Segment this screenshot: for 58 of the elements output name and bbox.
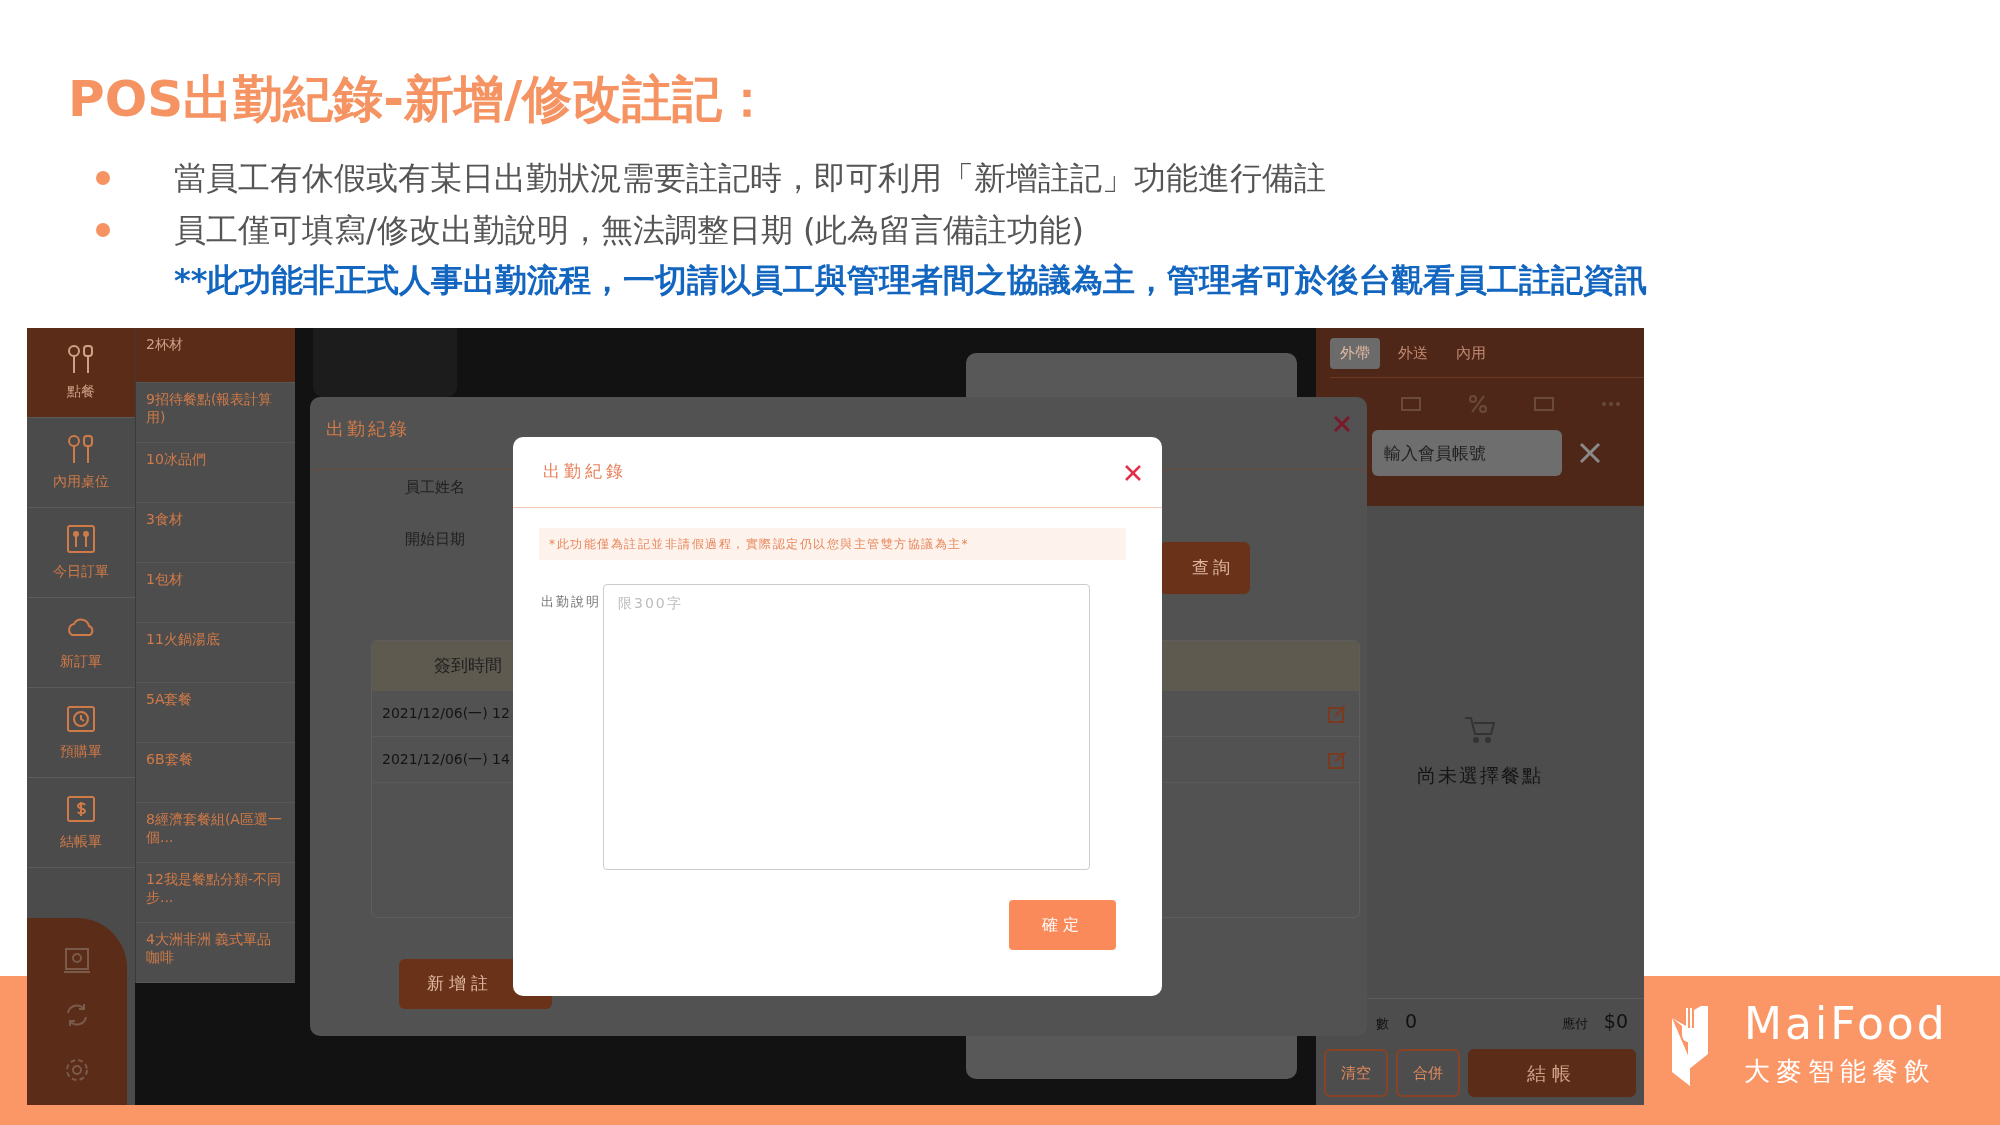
- field-label: 出勤說明: [540, 593, 602, 611]
- close-icon[interactable]: [1578, 440, 1602, 465]
- slide-title: POS出勤紀錄-新增/修改註記：: [68, 69, 773, 130]
- description-field[interactable]: 限300字: [603, 584, 1090, 870]
- edit-icon[interactable]: [1327, 749, 1347, 770]
- sidebar-item[interactable]: 點餐: [27, 328, 135, 418]
- note-text: **此功能非正式人事出勤流程，一切請以員工與管理者間之協議為主，管理者可於後台觀看員工註記資訊: [174, 260, 1648, 301]
- utensils-icon: [66, 433, 96, 465]
- edit-icon[interactable]: [1327, 703, 1347, 724]
- table-cell-text: 2021/12/06(一) 12: [382, 704, 510, 723]
- summary-label: 數: [1376, 1014, 1389, 1033]
- category-item[interactable]: 5A套餐: [136, 683, 295, 743]
- category-item[interactable]: 8經濟套餐組(A區選一個...: [136, 803, 295, 863]
- category-item[interactable]: 11火鍋湯底: [136, 623, 295, 683]
- utensils-icon: [66, 343, 96, 375]
- empty-cart-text: 尚未選擇餐點: [1417, 762, 1543, 788]
- dialog-title: 出勤紀錄: [543, 460, 627, 484]
- category-item[interactable]: 2杯材: [136, 328, 295, 383]
- bullet-text: 員工僅可填寫/修改出勤說明，無法調整日期 (此為留言備註功能): [174, 210, 1084, 251]
- logo-name: MaiFood: [1744, 1002, 1948, 1046]
- query-button[interactable]: 查詢: [1160, 542, 1250, 594]
- table-cell-text: 2021/12/06(一) 14: [382, 750, 510, 769]
- bullet-dot: [96, 223, 110, 237]
- summary-value: 0: [1405, 1008, 1418, 1034]
- action-button[interactable]: 合併: [1396, 1049, 1460, 1097]
- category-item[interactable]: 12我是餐點分類-不同步...: [136, 863, 295, 923]
- sidebar-label: 結帳單: [60, 832, 102, 851]
- summary-value: $0: [1603, 1008, 1628, 1034]
- category-item[interactable]: 4大洲非洲 義式單品咖啡: [136, 923, 295, 983]
- category-item[interactable]: 6B套餐: [136, 743, 295, 803]
- clock-icon: [66, 703, 96, 735]
- category-item[interactable]: 9招待餐點(報表計算用): [136, 383, 295, 443]
- category-item[interactable]: 3食材: [136, 503, 295, 563]
- menu-board-icon: [66, 523, 96, 555]
- bullet-dot: [96, 171, 110, 185]
- order-type-tab[interactable]: 內用: [1446, 338, 1496, 369]
- category-item[interactable]: 10冰品們: [136, 443, 295, 503]
- bullet-text: 當員工有休假或有某日出勤狀況需要註記時，即可利用「新增註記」功能進行備註: [174, 158, 1326, 199]
- sidebar-label: 預購單: [60, 742, 102, 761]
- sidebar-label: 新訂單: [60, 652, 102, 671]
- order-type-tab[interactable]: 外送: [1388, 338, 1438, 369]
- checkout-button[interactable]: 結帳: [1468, 1049, 1636, 1097]
- category-item[interactable]: 1包材: [136, 563, 295, 623]
- cart-icon: [1463, 714, 1497, 745]
- sidebar-label: 今日訂單: [53, 562, 109, 581]
- sidebar-label: 內用桌位: [53, 472, 109, 491]
- member-field[interactable]: 輸入會員帳號: [1372, 429, 1562, 476]
- percent-icon[interactable]: [1466, 393, 1489, 414]
- order-type-tab[interactable]: 外帶: [1330, 338, 1380, 369]
- notice-text: *此功能僅為註記並非請假過程，實際認定仍以您與主管雙方協議為主*: [539, 528, 1126, 560]
- logo-tagline: 大麥智能餐飲: [1744, 1055, 1937, 1088]
- confirm-button[interactable]: 確定: [1009, 900, 1116, 950]
- panel-title: 出勤紀錄: [326, 417, 410, 441]
- monitor-icon[interactable]: [63, 945, 91, 974]
- column-header: 簽到時間: [434, 654, 502, 678]
- dollar-icon: [66, 793, 96, 825]
- sidebar-label: 點餐: [67, 382, 95, 401]
- action-button[interactable]: 清空: [1324, 1049, 1388, 1097]
